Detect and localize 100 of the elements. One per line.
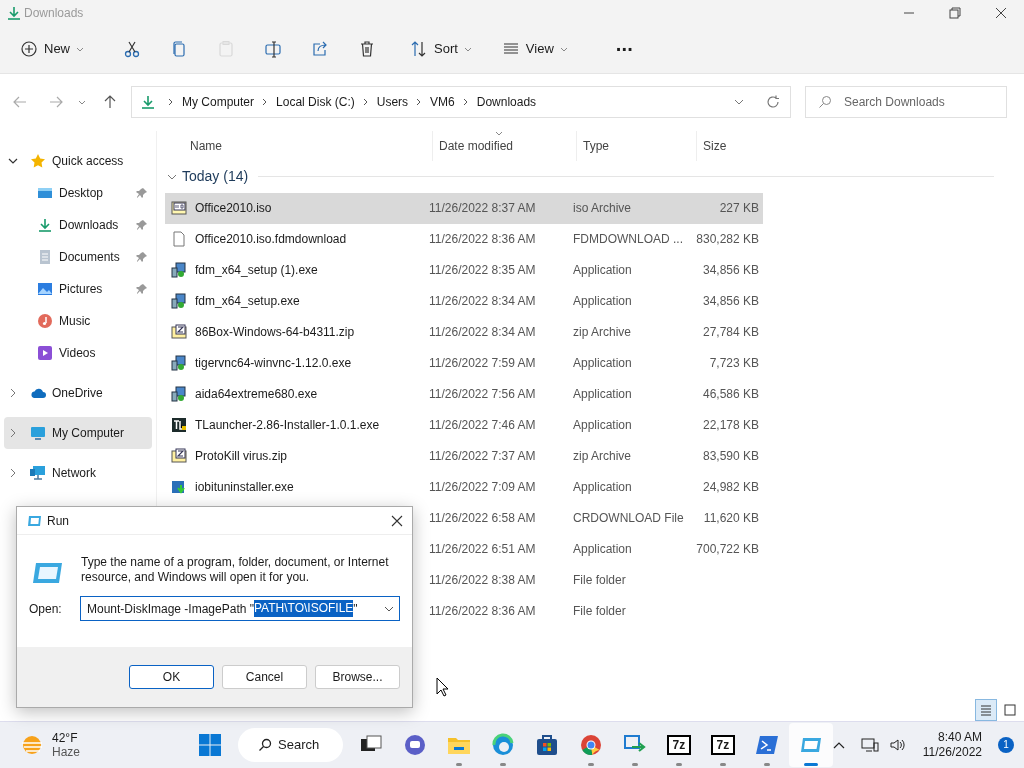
table-cell-text: File folder xyxy=(573,572,627,590)
running-indicator xyxy=(763,762,770,766)
search-icon xyxy=(818,95,832,110)
file-name: aida64extreme680.exe xyxy=(195,386,318,404)
toolbar-button[interactable]: Sort xyxy=(402,31,480,67)
chevron-right-icon xyxy=(416,98,423,107)
file-row[interactable]: TLauncher-2.86-Installer-1.0.1.exe 11/26/2022 7:46 AM Application 22,178 KB xyxy=(165,409,763,441)
file-row[interactable]: fdm_x64_setup (1).exe 11/26/2022 8:35 AM Application 34,856 KB xyxy=(165,254,763,286)
file-row[interactable]: Office2010.iso 11/26/2022 8:37 AM iso Archive 227 KB xyxy=(165,192,763,224)
sidebar-item[interactable]: Desktop xyxy=(4,176,152,209)
sidebar-item[interactable]: Pictures xyxy=(4,272,152,305)
column-header[interactable]: Type xyxy=(583,136,609,155)
clock-date[interactable]: 11/26/2022 xyxy=(922,744,982,760)
sidebar-item[interactable]: My Computer xyxy=(4,416,152,449)
more-button[interactable]: ··· xyxy=(607,31,641,67)
app-logo: 7z xyxy=(666,734,691,755)
file-row[interactable]: iobituninstaller.exe 11/26/2022 7:09 AM Application 24,982 KB xyxy=(165,471,763,503)
file-row[interactable]: Office2010.iso.fdmdownload 11/26/2022 8:36 AM FDMDOWNLOAD ... 830,282 KB xyxy=(165,223,763,255)
chevron-right-icon xyxy=(462,98,469,107)
weather-temperature[interactable]: 42°F xyxy=(52,730,80,745)
rename-icon[interactable] xyxy=(263,40,282,58)
round-browser-icon xyxy=(578,732,603,757)
installer-icon xyxy=(171,355,187,372)
installer-icon xyxy=(171,293,187,310)
app-logo: 7z xyxy=(710,734,735,755)
taskbar-app-button[interactable]: 7z xyxy=(700,722,745,767)
sidebar-item[interactable]: Documents xyxy=(4,240,152,273)
up-arrow-icon[interactable] xyxy=(102,94,118,111)
weather-condition[interactable]: Haze xyxy=(52,744,80,759)
windows-start-icon[interactable] xyxy=(198,732,222,757)
file-row[interactable]: ProtoKill virus.zip 11/26/2022 7:37 AM zip Archive 83,590 KB xyxy=(165,440,763,472)
table-cell-text: Application xyxy=(573,262,633,280)
table-cell-text: 27,784 KB xyxy=(701,324,759,342)
sidebar-item[interactable]: Videos xyxy=(4,336,152,369)
taskbar-app-button[interactable]: 7z xyxy=(656,722,701,767)
chevron-right-icon[interactable] xyxy=(8,427,18,438)
file-name: tigervnc64-winvnc-1.12.0.exe xyxy=(195,355,352,373)
dialog-button[interactable]: Cancel xyxy=(222,665,307,689)
speaker-icon[interactable] xyxy=(888,736,907,753)
sidebar-item[interactable]: Downloads xyxy=(4,208,152,241)
file-name: iobituninstaller.exe xyxy=(195,479,294,497)
search-box[interactable]: Search Downloads xyxy=(805,86,1007,119)
file-row[interactable]: aida64extreme680.exe 11/26/2022 7:56 AM Application 46,586 KB xyxy=(165,378,763,410)
file-row[interactable]: fdm_x64_setup.exe 11/26/2022 8:34 AM Application 34,856 KB xyxy=(165,285,763,317)
sidebar-item[interactable]: OneDrive xyxy=(4,376,152,409)
installer-icon xyxy=(171,262,187,279)
dialog-button[interactable]: OK xyxy=(129,665,214,689)
close-icon[interactable] xyxy=(390,513,404,528)
network-icon[interactable] xyxy=(860,736,879,753)
table-cell-text: 11/26/2022 8:37 AM xyxy=(429,200,537,218)
clock-time[interactable]: 8:40 AM xyxy=(937,729,982,745)
file-row[interactable]: tigervnc64-winvnc-1.12.0.exe 11/26/2022 7:59 AM Application 7,723 KB xyxy=(165,347,763,379)
toolbar-button[interactable]: New xyxy=(12,31,92,67)
chevron-right-icon xyxy=(168,98,174,107)
breadcrumb-item[interactable]: My Computer xyxy=(180,93,257,112)
file-row[interactable]: 86Box-Windows-64-b4311.zip 11/26/2022 8:34 AM zip Archive 27,784 KB xyxy=(165,316,763,348)
sidebar-item[interactable]: Music xyxy=(4,304,152,337)
table-cell-text: 34,856 KB xyxy=(701,262,759,280)
breadcrumb-item[interactable]: Users xyxy=(374,93,411,112)
chat-bubble-icon xyxy=(402,732,427,757)
table-cell-text: 11/26/2022 8:36 AM xyxy=(429,231,537,249)
taskbar-search[interactable]: Search xyxy=(238,727,343,762)
toolbar-button[interactable]: View xyxy=(493,31,576,67)
column-header[interactable]: Size xyxy=(703,136,727,155)
table-cell-text: File folder xyxy=(573,603,627,621)
caret-icon[interactable] xyxy=(734,99,744,106)
table-cell-text: 83,590 KB xyxy=(701,448,759,466)
caret-icon[interactable] xyxy=(78,99,86,105)
table-cell-text: 830,282 KB xyxy=(695,231,759,249)
chevron-right-icon[interactable] xyxy=(8,467,18,478)
column-header[interactable]: Name xyxy=(190,136,222,155)
sidebar-item[interactable]: Quick access xyxy=(4,144,152,177)
sidebar-item[interactable]: Network xyxy=(4,456,152,489)
table-cell-text: Application xyxy=(573,541,633,559)
search-icon xyxy=(258,737,272,752)
breadcrumb-item[interactable]: Local Disk (C:) xyxy=(274,93,357,112)
download-icon xyxy=(37,216,53,233)
run-window-icon xyxy=(31,561,63,585)
breadcrumb-item[interactable]: VM6 xyxy=(428,93,457,112)
running-indicator xyxy=(803,762,818,766)
running-indicator xyxy=(587,762,594,766)
download-icon xyxy=(6,4,22,21)
disc-image-icon xyxy=(171,200,187,217)
document-icon xyxy=(37,248,53,265)
notification-badge[interactable]: 1 xyxy=(998,736,1014,753)
details-view-icon[interactable] xyxy=(976,700,996,721)
refresh-icon[interactable] xyxy=(766,95,780,110)
file-name: TLauncher-2.86-Installer-1.0.1.exe xyxy=(195,417,380,435)
search-field[interactable]: Search Downloads xyxy=(844,87,1004,118)
chevron-up-icon[interactable] xyxy=(832,740,845,749)
dialog-button[interactable]: Browse... xyxy=(315,665,400,689)
table-cell-text: 7,723 KB xyxy=(708,355,759,373)
share-icon[interactable] xyxy=(310,40,329,58)
chevron-right-icon[interactable] xyxy=(8,387,18,398)
scissors-icon[interactable] xyxy=(122,40,141,58)
breadcrumb-item[interactable]: Downloads xyxy=(474,93,539,112)
address-bar[interactable]: My Computer Local Disk (C:) Users VM6 Downloads xyxy=(131,86,791,119)
group-header[interactable]: Today (14) xyxy=(182,166,249,188)
table-cell-text: 11/26/2022 8:38 AM xyxy=(429,572,537,590)
column-header[interactable]: Date modified xyxy=(439,136,514,155)
